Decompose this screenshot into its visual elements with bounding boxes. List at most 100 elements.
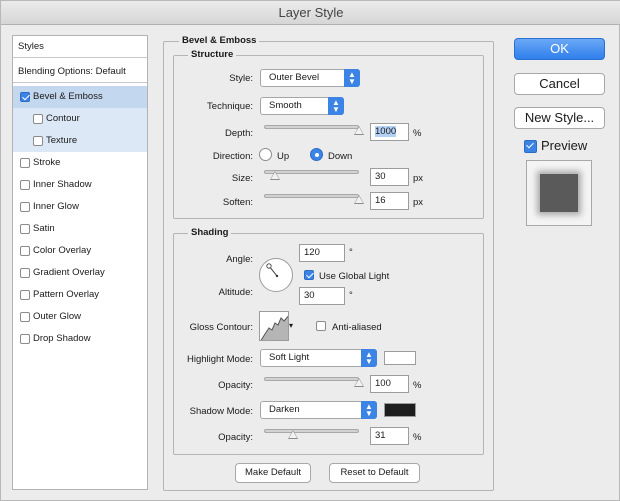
direction-down-radio[interactable] — [310, 148, 323, 161]
style-item-checkbox[interactable] — [33, 136, 43, 146]
styles-header-label: Styles — [18, 41, 44, 52]
highlight-opacity-slider[interactable] — [264, 377, 359, 381]
style-item-checkbox[interactable] — [20, 180, 30, 190]
contour-dropdown-icon[interactable]: ▾ — [289, 321, 293, 330]
style-item-inner-glow[interactable]: Inner Glow — [13, 196, 147, 218]
shadow-opacity-slider[interactable] — [264, 429, 359, 433]
depth-input[interactable]: 1000 — [370, 123, 409, 141]
shadow-opacity-input[interactable]: 31 — [370, 427, 409, 445]
contour-curve-icon — [260, 315, 288, 340]
shadow-opacity-value: 31 — [375, 430, 386, 441]
make-default-button[interactable]: Make Default — [235, 463, 311, 483]
depth-unit: % — [413, 128, 422, 139]
ok-button[interactable]: OK — [514, 38, 605, 60]
style-item-checkbox[interactable] — [20, 202, 30, 212]
angle-input[interactable]: 120 — [299, 244, 345, 262]
soften-input[interactable]: 16 — [370, 192, 409, 210]
style-item-pattern-overlay[interactable]: Pattern Overlay — [13, 284, 147, 306]
style-item-label: Satin — [33, 223, 55, 234]
style-item-inner-shadow[interactable]: Inner Shadow — [13, 174, 147, 196]
highlight-mode-value: Soft Light — [269, 352, 310, 363]
use-global-light-checkbox[interactable] — [304, 270, 314, 280]
size-label: Size: — [231, 173, 253, 184]
highlight-color-swatch[interactable] — [384, 351, 416, 365]
shadow-mode-select[interactable]: Darken ▲ ▼ — [260, 401, 377, 419]
size-input-value: 30 — [375, 171, 386, 182]
style-item-label: Pattern Overlay — [33, 289, 99, 300]
shadow-opacity-label: Opacity: — [218, 432, 253, 443]
depth-slider[interactable] — [264, 125, 359, 129]
chevron-updown-icon: ▲ ▼ — [361, 349, 377, 367]
anti-aliased-label: Anti-aliased — [332, 322, 382, 333]
gloss-contour-preview[interactable] — [259, 311, 289, 341]
depth-input-value: 1000 — [375, 126, 397, 137]
style-item-label: Inner Glow — [33, 201, 79, 212]
soften-slider-thumb[interactable] — [354, 195, 364, 204]
style-item-label: Texture — [46, 135, 78, 146]
size-unit: px — [413, 173, 424, 184]
direction-label: Direction: — [212, 151, 253, 162]
style-item-bevel-emboss[interactable]: Bevel & Emboss — [13, 86, 147, 108]
shadow-color-swatch[interactable] — [384, 403, 416, 417]
direction-up-radio[interactable] — [259, 148, 272, 161]
shadow-opacity-slider-thumb[interactable] — [288, 430, 299, 439]
blending-options-label: Blending Options: Default — [18, 66, 126, 77]
style-item-checkbox[interactable] — [20, 290, 30, 300]
title-bar[interactable]: Layer Style — [1, 1, 620, 25]
new-style-button[interactable]: New Style... — [514, 107, 605, 129]
altitude-input[interactable]: 30 — [299, 287, 345, 305]
style-item-contour[interactable]: Contour — [13, 108, 147, 130]
blending-options-item[interactable]: Blending Options: Default — [13, 61, 147, 83]
style-item-label: Stroke — [33, 157, 61, 168]
style-item-label: Bevel & Emboss — [33, 91, 103, 102]
highlight-mode-label: Highlight Mode: — [186, 354, 253, 365]
style-item-checkbox[interactable] — [20, 246, 30, 256]
angle-wheel[interactable] — [259, 258, 293, 292]
technique-label: Technique: — [207, 101, 253, 112]
use-global-light-label: Use Global Light — [319, 271, 390, 282]
highlight-opacity-input[interactable]: 100 — [370, 375, 409, 393]
anti-aliased-checkbox[interactable] — [316, 321, 326, 331]
style-item-label: Outer Glow — [33, 311, 82, 322]
shadow-opacity-unit: % — [413, 432, 422, 443]
style-item-label: Color Overlay — [33, 245, 92, 256]
altitude-label: Altitude: — [218, 287, 253, 298]
style-item-color-overlay[interactable]: Color Overlay — [13, 240, 147, 262]
soften-slider[interactable] — [264, 194, 359, 198]
size-input[interactable]: 30 — [370, 168, 409, 186]
cancel-button[interactable]: Cancel — [514, 73, 605, 95]
styles-header[interactable]: Styles — [13, 36, 147, 58]
style-item-gradient-overlay[interactable]: Gradient Overlay — [13, 262, 147, 284]
technique-select[interactable]: Smooth ▲ ▼ — [260, 97, 344, 115]
preview-checkbox[interactable] — [524, 140, 537, 153]
style-item-checkbox[interactable] — [33, 114, 43, 124]
altitude-unit: ° — [349, 290, 353, 301]
style-item-texture[interactable]: Texture — [13, 130, 147, 152]
style-item-checkbox[interactable] — [20, 268, 30, 278]
shadow-mode-label: Shadow Mode: — [189, 406, 253, 417]
style-item-label: Drop Shadow — [33, 333, 91, 344]
style-item-checkbox[interactable] — [20, 312, 30, 322]
style-item-checkbox[interactable] — [20, 334, 30, 344]
style-item-checkbox[interactable] — [20, 158, 30, 168]
reset-to-default-button[interactable]: Reset to Default — [329, 463, 420, 483]
style-item-satin[interactable]: Satin — [13, 218, 147, 240]
structure-title: Structure — [188, 49, 237, 60]
style-item-stroke[interactable]: Stroke — [13, 152, 147, 174]
style-item-checkbox[interactable] — [20, 224, 30, 234]
depth-slider-thumb[interactable] — [354, 126, 364, 135]
highlight-opacity-slider-thumb[interactable] — [354, 378, 364, 387]
highlight-mode-select[interactable]: Soft Light ▲ ▼ — [260, 349, 377, 367]
styles-list: Styles Blending Options: Default Bevel &… — [12, 35, 148, 490]
style-item-drop-shadow[interactable]: Drop Shadow — [13, 328, 147, 350]
chevron-updown-icon: ▲ ▼ — [328, 97, 344, 115]
soften-unit: px — [413, 197, 424, 208]
shading-group — [173, 233, 484, 455]
size-slider-thumb[interactable] — [270, 171, 281, 180]
direction-up-label: Up — [277, 151, 290, 162]
style-item-label: Contour — [46, 113, 80, 124]
style-item-checkbox[interactable] — [20, 92, 30, 102]
technique-select-value: Smooth — [269, 100, 302, 111]
style-item-outer-glow[interactable]: Outer Glow — [13, 306, 147, 328]
style-select[interactable]: Outer Bevel ▲ ▼ — [260, 69, 360, 87]
